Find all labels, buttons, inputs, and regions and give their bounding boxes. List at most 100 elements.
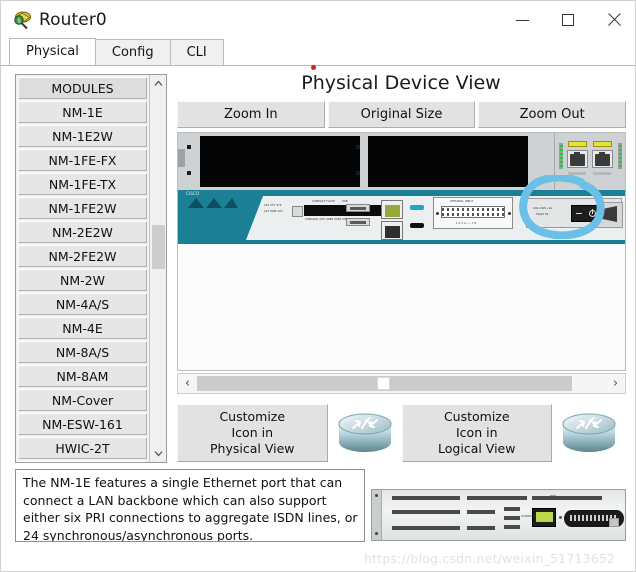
ethernet-port-2[interactable] (592, 150, 613, 168)
module-item-nm-1e[interactable]: NM-1E (18, 101, 147, 123)
optional-input-label: OPTIONAL INPUT (450, 200, 474, 203)
customize-physical-view-button[interactable]: Customize Icon in Physical View (177, 404, 328, 462)
red-dot-marker (311, 65, 316, 70)
usb-port-1[interactable] (346, 218, 370, 226)
zoom-button-row: Zoom In Original Size Zoom Out (177, 101, 627, 128)
module-vent-d1 (532, 496, 602, 500)
customize-logical-line3: Logical View (438, 441, 516, 456)
device-view-hscrollbar[interactable]: ‹ › (177, 373, 626, 394)
modules-list: MODULES NM-1E NM-1E2W NM-1FE-FX NM-1FE-T… (16, 75, 149, 462)
minimize-button[interactable] (499, 1, 545, 39)
module-description: The NM-1E features a single Ethernet por… (15, 469, 365, 542)
router-faceplate: CISCO CF0 CF1 SYS ACT PWR ACT COMPACT FL… (178, 190, 625, 244)
module-item-nm-8am[interactable]: NM-8AM (18, 365, 147, 387)
minimize-icon (515, 19, 529, 21)
faceplate-text-2: ACT PWR ACT (264, 210, 283, 213)
customize-row: Customize Icon in Physical View Customiz… (177, 403, 626, 463)
modules-scroll-thumb[interactable] (152, 225, 165, 269)
tab-config[interactable]: Config (94, 39, 171, 65)
module-item-nm-8as[interactable]: NM-8A/S (18, 341, 147, 363)
console-port[interactable] (410, 205, 424, 210)
module-item-hwic-2t[interactable]: HWIC-2T (18, 437, 147, 459)
optional-input-module: OPTIONAL INPUT 1 2 3 4 ─ ─ 7 8 (433, 197, 513, 229)
title-bar: $ Router0 (1, 1, 635, 39)
gigabit-port-0[interactable] (381, 200, 403, 219)
customize-logical-view-button[interactable]: Customize Icon in Logical View (401, 404, 552, 462)
close-icon (607, 13, 621, 27)
module-preview-body: CONSOLE ETH (372, 490, 625, 540)
modules-panel: MODULES NM-1E NM-1E2W NM-1FE-FX NM-1FE-T… (15, 74, 167, 463)
rack-bay-2c (374, 163, 460, 187)
scroll-left-icon[interactable]: ‹ (178, 374, 197, 393)
power-off-mark (575, 212, 582, 215)
gigabit-port-1[interactable] (381, 221, 403, 240)
watermark: https://blog.csdn.net/weixin_51713652 (364, 551, 616, 566)
module-item-nm-1fe2w[interactable]: NM-1FE2W (18, 197, 147, 219)
customize-logical-line2: Icon in (456, 425, 498, 440)
module-vent-a3 (392, 526, 460, 530)
module-vent-c1 (504, 507, 520, 511)
zoom-in-button[interactable]: Zoom In (177, 101, 325, 128)
rack-bay-2d (454, 163, 528, 187)
psu-label-voltage: 100-240V~2A (533, 207, 553, 210)
rack-bay-2a (374, 136, 460, 158)
modules-list-header: MODULES (18, 77, 147, 99)
module-item-nm-1fe-fx[interactable]: NM-1FE-FX (18, 149, 147, 171)
module-item-nm-1e2w[interactable]: NM-1E2W (18, 125, 147, 147)
module-item-nm-esw-161[interactable]: NM-ESW-161 (18, 413, 147, 435)
modules-scrollbar[interactable] (149, 75, 166, 462)
module-item-nm-cover[interactable]: NM-Cover (18, 389, 147, 411)
module-vent-b3 (467, 526, 495, 530)
port-label-1 (568, 141, 587, 147)
reset-button[interactable] (292, 206, 303, 217)
module-item-hwic-4esw[interactable]: HWIC-4ESW (18, 461, 147, 462)
module-top-label: ETH (550, 494, 556, 498)
module-vent-a2 (392, 510, 460, 514)
close-button[interactable] (591, 1, 635, 39)
hscroll-thumb[interactable] (377, 377, 390, 390)
module-item-nm-1fe-tx[interactable]: NM-1FE-TX (18, 173, 147, 195)
router-properties-window: $ Router0 Physical Config CLI MODULES NM… (0, 0, 636, 572)
module-vent-b1 (467, 496, 527, 500)
aux-port[interactable] (410, 223, 424, 228)
maximize-button[interactable] (545, 1, 591, 39)
packet-tracer-device-icon: $ (10, 9, 32, 31)
module-item-nm-2fe2w[interactable]: NM-2FE2W (18, 245, 147, 267)
router-icon-logical (560, 411, 618, 455)
maximize-icon (562, 14, 574, 26)
module-item-nm-4as[interactable]: NM-4A/S (18, 293, 147, 315)
usb-label: USB (342, 200, 348, 203)
rack-screw-2 (187, 171, 191, 175)
page-title: Physical Device View (301, 72, 501, 94)
faceplate-text-1: CF0 CF1 SYS (264, 204, 282, 207)
slot-label: COMPACT FLASH (312, 200, 336, 203)
led-strip-left (559, 143, 563, 169)
ethernet-port-1[interactable] (567, 150, 588, 168)
router-icon-physical (336, 411, 394, 455)
module-vent-b2 (467, 510, 495, 514)
rack-screw-4 (356, 171, 360, 175)
module-item-nm-2e2w[interactable]: NM-2E2W (18, 221, 147, 243)
original-size-button[interactable]: Original Size (327, 101, 476, 128)
cisco-bridge-logo (186, 194, 238, 208)
physical-device-canvas[interactable]: CISCO CF0 CF1 SYS ACT PWR ACT COMPACT FL… (177, 132, 626, 371)
window-controls (499, 1, 635, 39)
module-item-nm-4e[interactable]: NM-4E (18, 317, 147, 339)
module-vent-c3 (504, 525, 520, 529)
module-vent-a1 (392, 496, 460, 500)
module-item-nm-2w[interactable]: NM-2W (18, 269, 147, 291)
scroll-down-icon[interactable] (150, 445, 166, 462)
hscroll-track[interactable] (197, 376, 606, 391)
scroll-right-icon[interactable]: › (606, 374, 625, 393)
usb-port-0[interactable] (346, 204, 370, 212)
psu-label-frequency: 50/60 Hz (536, 213, 549, 216)
scroll-up-icon[interactable] (150, 75, 166, 92)
rack-screw-3 (356, 145, 360, 149)
tab-physical[interactable]: Physical (9, 38, 96, 65)
module-vent-1 (568, 172, 586, 175)
tab-cli[interactable]: CLI (169, 39, 224, 65)
optional-input-sublabel: 1 2 3 4 ─ ─ 7 8 (456, 222, 477, 225)
rack-bay-2b (454, 136, 528, 158)
tab-strip: Physical Config CLI (1, 38, 635, 66)
zoom-out-button[interactable]: Zoom Out (478, 101, 627, 128)
